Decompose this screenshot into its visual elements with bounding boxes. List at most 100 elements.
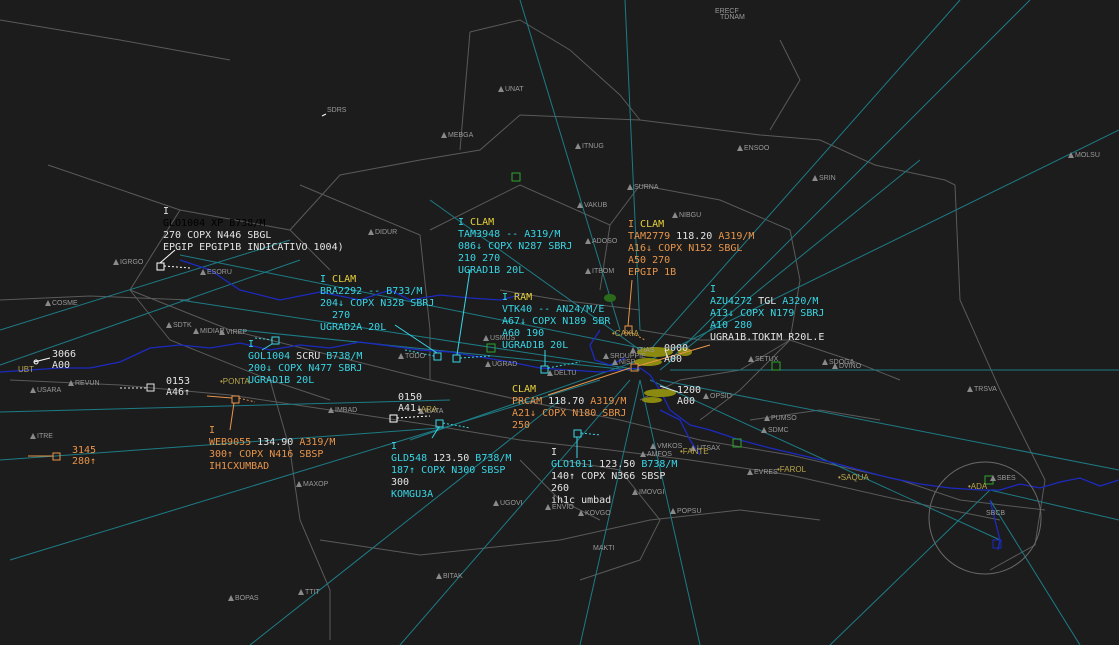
datatag-line: GOL1004 SCRU B738/M (248, 351, 363, 362)
datatag-line: A21↓ COPX N180 SBRJ (512, 408, 627, 419)
fix-triangle-icon (547, 370, 553, 376)
fix-label: IGRGO (120, 259, 144, 266)
altitude-block-line: 0000 (664, 343, 689, 354)
altitude-block-1200[interactable]: 1200 A00 (677, 385, 701, 407)
datatag-line: UGRAD1B 20L (458, 265, 525, 276)
datatag-tam2779[interactable]: I CLAM TAM2779 118.20 A319/M A16↓ COPX N15… (628, 219, 754, 279)
datatag-line: I CLAM (628, 219, 665, 230)
altitude-block-3066[interactable]: 3066 A00 (52, 349, 76, 371)
fix-triangle-icon (967, 386, 973, 392)
fix-triangle-icon (748, 356, 754, 362)
fix-didur: DIDUR (368, 229, 397, 237)
fix-triangle-icon (630, 347, 636, 353)
datatag-glo1004[interactable]: I GLO1004 XP B738/M 270 COPX N446 SBGL EPGI… (163, 206, 344, 254)
datatag-line: 300 (391, 477, 410, 488)
altitude-block-line: 3066 (52, 349, 77, 360)
fix-triangle-icon (585, 238, 591, 244)
datatag-line: WEB9055 134.90 A319/M (209, 437, 336, 448)
fix-label: UNAT (505, 86, 524, 93)
fix-ugrad: UGRAD (485, 361, 517, 369)
fix-label: UGOVI (500, 500, 523, 507)
fix-label: KOVGO (585, 510, 611, 517)
datatag-bra2292[interactable]: I CLAM BRA2292 -- B733/M 204↓ COPX N328 SB… (320, 274, 434, 334)
datatag-azu4272[interactable]: I AZU4272 TGL A320/M A13↓ COPX N179 SBRJ A1… (710, 284, 824, 344)
altitude-block-line: 3145 (72, 445, 97, 456)
datatag-line: I CLAM (320, 274, 357, 285)
fix-molsu: MOLSU (1068, 152, 1100, 160)
fix-triangle-icon (627, 184, 633, 190)
datatag-gol1004[interactable]: I GOL1004 SCRU B738/M 200↓ COPX N477 SBRJ U… (248, 339, 362, 387)
fix-label: ESORU (207, 269, 232, 276)
datatag-tam3948[interactable]: I CLAM TAM3948 -- A319/M 086↓ COPX N287 SB… (458, 217, 572, 277)
datatag-line: 187↑ COPX N300 SBSP (391, 465, 506, 476)
fix-bopas: BOPAS (228, 595, 259, 603)
datatag-line: ih1c umbad (551, 495, 612, 506)
fix-label: SDRS (327, 107, 347, 114)
datatag-line: EPGIP EPGIP1B INDICATIVO 1004) (163, 242, 344, 253)
fix-triangle-icon (68, 380, 74, 386)
datatag-web9055[interactable]: I WEB9055 134.90 A319/M 300↑ COPX N416 SBS… (209, 425, 335, 473)
fix-nisp: NISP (612, 359, 635, 367)
vor-saqua: •SAQUA (838, 473, 869, 482)
fix-deltu: DELTU (547, 370, 576, 378)
fix-usara: USARA (30, 387, 61, 395)
fix-label: EVRES (754, 469, 778, 476)
fix-triangle-icon (296, 481, 302, 487)
datatag-line: 270 (320, 310, 351, 321)
fix-triangle-icon (298, 589, 304, 595)
fix-revun: REVUN (68, 380, 100, 388)
fix-triangle-icon (670, 508, 676, 514)
fix-maxop: MAXOP (296, 481, 328, 489)
fix-triangle-icon (764, 415, 770, 421)
radar-scope[interactable]: { "colors": {"background":"#1c1c1c","sec… (0, 0, 1119, 645)
datatag-glo1011[interactable]: I GLO1011 123.50 B738/M 140↑ COPX N366 SBS… (551, 447, 677, 507)
datatag-gld548[interactable]: I GLD548 123.50 B738/M 187↑ COPX N300 SBSP… (391, 441, 511, 501)
fix-triangle-icon (585, 268, 591, 274)
fix-itbom: ITBOM (585, 268, 614, 276)
fix-triangle-icon (200, 269, 206, 275)
fix-opsid: OPSID (703, 393, 732, 401)
datatag-prcam[interactable]: CLAM PRCAM 118.70 A319/M A21↓ COPX N180 SB… (512, 384, 626, 432)
datatag-vtk40[interactable]: I RAM VTK40 -- AN24/M/E A67↓ COPX N189 SBR… (502, 292, 610, 352)
altitude-block-line: A00 (52, 360, 71, 371)
fix-triangle-icon (436, 573, 442, 579)
fix-label: SRIN (819, 175, 836, 182)
fix-todo: TODO (398, 353, 425, 361)
altitude-block-0153[interactable]: 0153 A46↑ (166, 376, 190, 398)
altitude-block-line: A00 (677, 396, 696, 407)
fix-evres: EVRES (747, 469, 778, 477)
vor-ada: •ADA (968, 482, 988, 491)
datatag-line: 086↓ COPX N287 SBRJ (458, 241, 573, 252)
fix-triangle-icon (577, 202, 583, 208)
fix-surna: SURNA (627, 184, 659, 192)
fix-label: ITRE (37, 433, 53, 440)
altitude-block-0150[interactable]: 0150 A41↓ (398, 392, 422, 414)
datatag-line: I (248, 339, 255, 350)
datatag-line: A10 280 (710, 320, 753, 331)
datatag-line: UGRAD1B 20L (248, 375, 315, 386)
altitude-block-line: 1200 (677, 385, 702, 396)
fix-kovgo: KOVGO (578, 510, 611, 518)
altitude-block-line: 0153 (166, 376, 191, 387)
altitude-block-0000[interactable]: 0000 A00 (664, 343, 688, 365)
fix-triangle-icon (822, 359, 828, 365)
fix-label: POPSU (677, 508, 702, 515)
fix-triangle-icon (1068, 152, 1074, 158)
fix-popsu: POPSU (670, 508, 702, 516)
fix-triangle-icon (368, 229, 374, 235)
fix-triangle-icon (441, 132, 447, 138)
fix-triangle-icon (398, 353, 404, 359)
datatag-line: A16↓ COPX N152 SBGL (628, 243, 743, 254)
datatag-line: GLO1011 123.50 B738/M (551, 459, 678, 470)
datatag-line: KOMGU3A (391, 489, 434, 500)
datatag-line: 200↓ COPX N477 SBRJ (248, 363, 363, 374)
datatag-line: BRA2292 -- B733/M (320, 286, 423, 297)
fix-label: BOPAS (235, 595, 259, 602)
altitude-block-3145[interactable]: 3145 280↑ (72, 445, 96, 467)
fix-label: TRSVA (974, 386, 997, 393)
altitude-block-line: A00 (664, 354, 683, 365)
datatag-line: 140↑ COPX N366 SBSP (551, 471, 666, 482)
datatag-line: I (710, 284, 717, 295)
fix-tdnam: TDNAM (720, 14, 745, 22)
altitude-block-line: A41↓ (398, 403, 423, 414)
